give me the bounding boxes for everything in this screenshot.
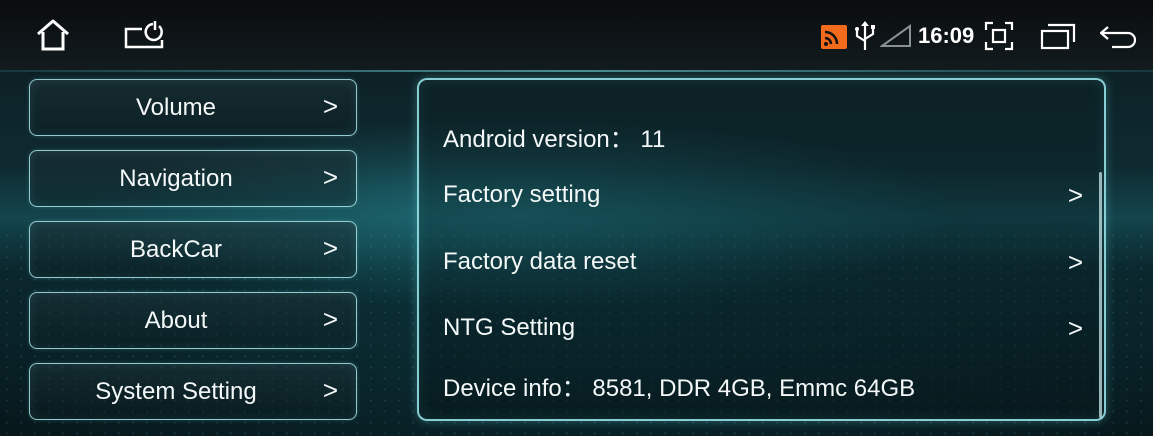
menu-item-label: Navigation [119, 165, 233, 192]
ntg-setting-row[interactable]: NTG Setting > [443, 306, 1083, 350]
status-clock: 16:09 [918, 23, 975, 48]
chevron-right-icon: > [322, 375, 338, 405]
home-icon[interactable] [34, 18, 72, 52]
menu-item-label: Volume [135, 94, 217, 121]
factory-data-reset-label: Factory data reset [443, 248, 637, 275]
menu-item-label: BackCar [129, 236, 223, 263]
menu-item-backcar[interactable]: BackCar > [29, 221, 357, 278]
menu-item-navigation[interactable]: Navigation > [29, 150, 357, 207]
android-version-row: Android version： 11 [443, 118, 1083, 162]
panel-scrollbar[interactable] [1099, 172, 1102, 418]
screen-power-icon[interactable] [122, 20, 166, 50]
usb-icon [854, 20, 876, 52]
about-panel: Android version： 11 Factory setting > Fa… [417, 78, 1106, 421]
chevron-right-icon: > [322, 304, 338, 334]
chevron-right-icon: > [322, 233, 338, 263]
chevron-right-icon: > [322, 162, 338, 192]
ntg-setting-label: NTG Setting [443, 314, 576, 341]
screenshot-icon[interactable] [984, 21, 1014, 51]
factory-setting-row[interactable]: Factory setting > [443, 173, 1083, 217]
settings-screen: 16:09 Volume > Navigation > BackCar > Ab… [0, 0, 1153, 436]
menu-item-label: About [144, 307, 208, 334]
device-info-row: Device info： 8581, DDR 4GB, Emmc 64GB [443, 367, 1083, 411]
factory-setting-label: Factory setting [443, 181, 601, 208]
cast-icon [820, 24, 848, 50]
chevron-right-icon: > [1067, 180, 1083, 210]
menu-item-label: System Setting [95, 378, 257, 405]
chevron-right-icon: > [1067, 313, 1083, 343]
back-icon[interactable] [1098, 24, 1138, 50]
device-info-text: Device info： 8581, DDR 4GB, Emmc 64GB [443, 375, 916, 402]
recent-apps-icon[interactable] [1040, 22, 1076, 50]
android-version-text: Android version： 11 [443, 126, 666, 153]
status-bar-divider [0, 70, 1153, 72]
chevron-right-icon: > [322, 91, 338, 121]
status-bar: 16:09 [0, 0, 1153, 70]
menu-item-about[interactable]: About > [29, 292, 357, 349]
signal-icon [880, 24, 912, 48]
menu-item-volume[interactable]: Volume > [29, 79, 357, 136]
menu-item-system-setting[interactable]: System Setting > [29, 363, 357, 420]
factory-data-reset-row[interactable]: Factory data reset > [443, 240, 1083, 284]
chevron-right-icon: > [1067, 247, 1083, 277]
